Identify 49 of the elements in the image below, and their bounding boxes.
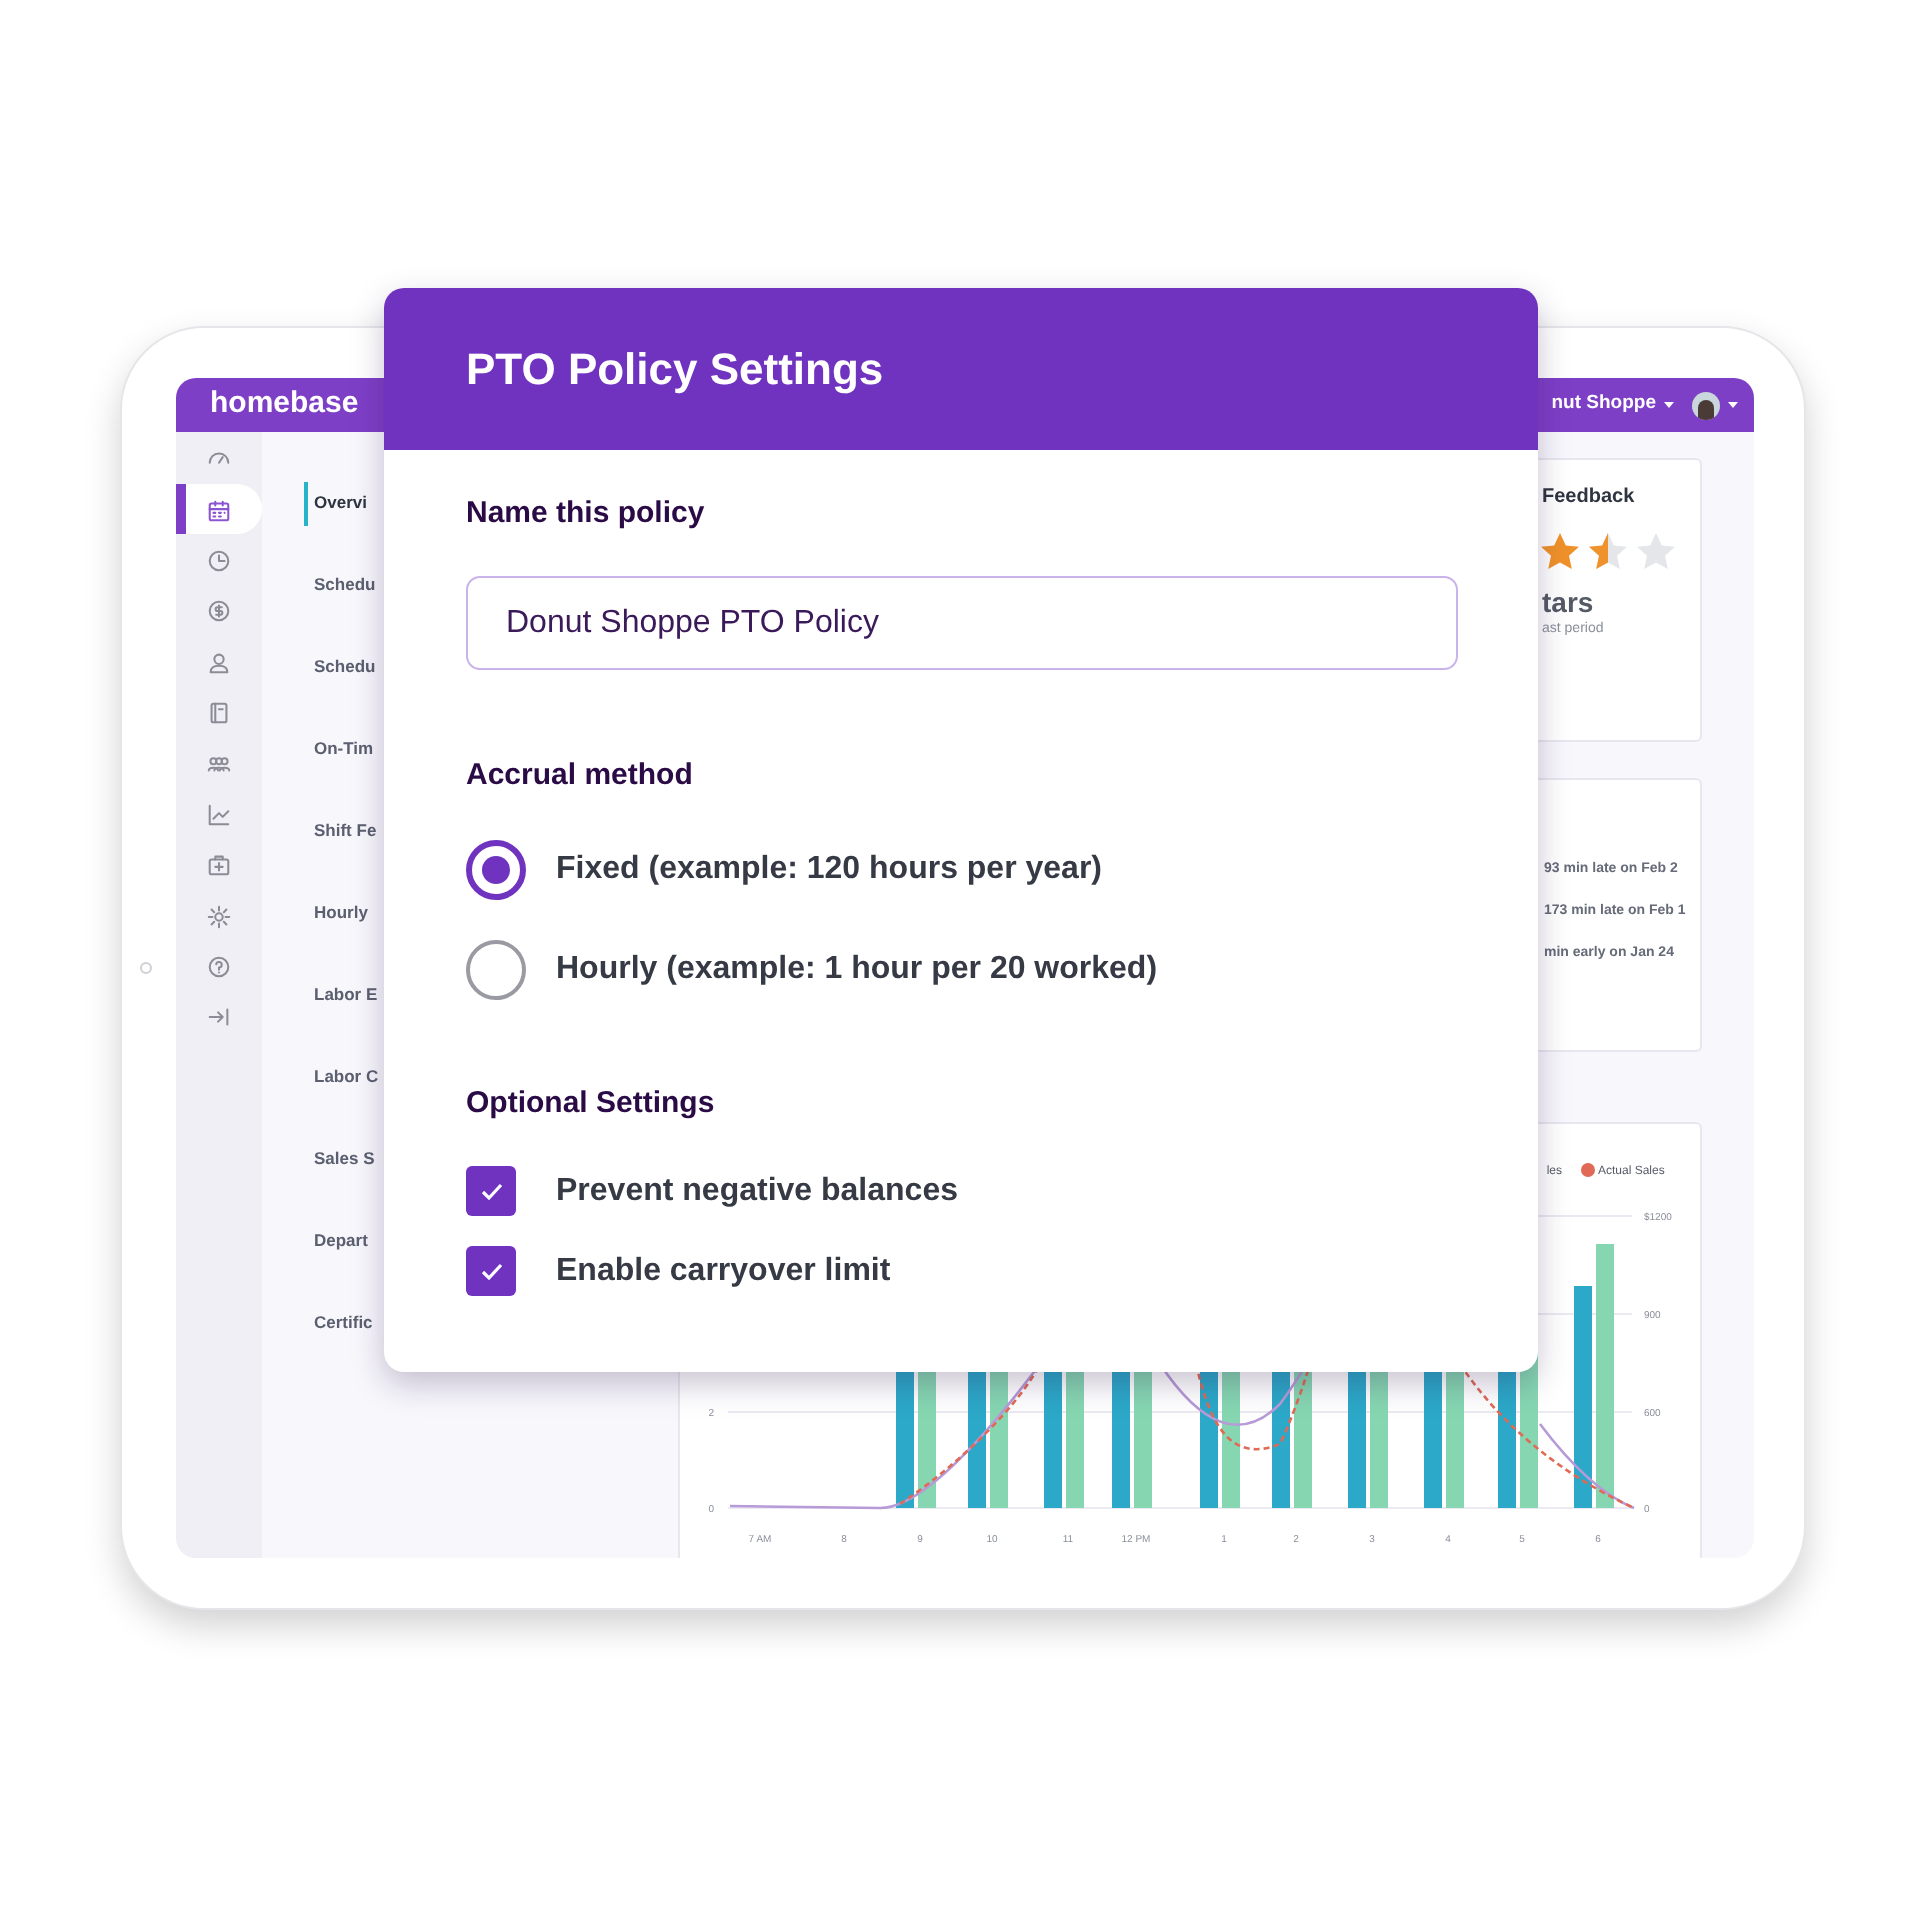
help-icon[interactable] <box>206 954 232 981</box>
nav-item[interactable]: Schedu <box>314 654 376 680</box>
location-menu[interactable]: nut Shoppe <box>1551 390 1656 420</box>
caret-icon <box>1728 402 1738 408</box>
nav-item[interactable]: Sales S <box>314 1146 375 1172</box>
nav-item[interactable]: Certific <box>314 1310 373 1336</box>
selected-indicator <box>304 481 308 525</box>
checkbox-label: Enable carryover limit <box>556 1251 891 1291</box>
policy-name-field[interactable]: Donut Shoppe PTO Policy <box>466 576 1458 670</box>
radio-button[interactable] <box>466 940 526 1000</box>
star-icon <box>1586 530 1630 572</box>
avatar[interactable] <box>1692 391 1720 419</box>
collapse-icon[interactable] <box>206 1004 232 1031</box>
radio-label: Fixed (example: 120 hours per year) <box>556 850 1102 890</box>
section-label: Optional Settings <box>466 1084 717 1124</box>
rating-value: tars <box>1542 584 1596 620</box>
nav-item[interactable]: Labor E <box>314 982 378 1008</box>
camera-icon <box>140 962 152 974</box>
line-chart-icon[interactable] <box>206 801 232 828</box>
settings-icon[interactable] <box>206 903 232 930</box>
radio-label: Hourly (example: 1 hour per 20 worked) <box>556 950 1158 990</box>
section-label: Accrual method <box>466 756 695 796</box>
nav-item[interactable]: Hourly <box>314 900 368 926</box>
nav-item[interactable]: Labor C <box>314 1064 379 1090</box>
nav-item[interactable]: Overvi <box>314 490 367 516</box>
check-icon <box>479 1261 503 1281</box>
people-icon[interactable] <box>206 751 232 778</box>
checkbox[interactable] <box>466 1166 516 1216</box>
medical-kit-icon[interactable] <box>206 852 232 879</box>
nav-item[interactable]: Schedu <box>314 572 376 598</box>
person-icon[interactable] <box>206 649 232 676</box>
app-logo: homebase <box>210 384 359 425</box>
checkbox-label: Prevent negative balances <box>556 1171 958 1211</box>
check-icon <box>479 1181 503 1201</box>
caret-icon <box>1664 402 1674 408</box>
notebook-icon[interactable] <box>206 700 232 727</box>
calendar-icon[interactable] <box>206 497 232 524</box>
nav-item[interactable]: On-Tim <box>314 736 374 762</box>
nav-item[interactable]: Shift Fe <box>314 818 377 844</box>
star-icon <box>1634 530 1678 572</box>
nav-item[interactable]: Depart <box>314 1228 368 1254</box>
star-icon <box>1538 530 1582 572</box>
field-label: Name this policy <box>466 494 707 534</box>
modal-title: PTO Policy Settings <box>466 342 884 398</box>
clock-icon[interactable] <box>206 547 232 574</box>
checkbox[interactable] <box>466 1246 516 1296</box>
radio-button[interactable] <box>466 840 526 900</box>
card-title: Feedback <box>1542 484 1637 512</box>
dollar-icon[interactable] <box>206 598 232 625</box>
